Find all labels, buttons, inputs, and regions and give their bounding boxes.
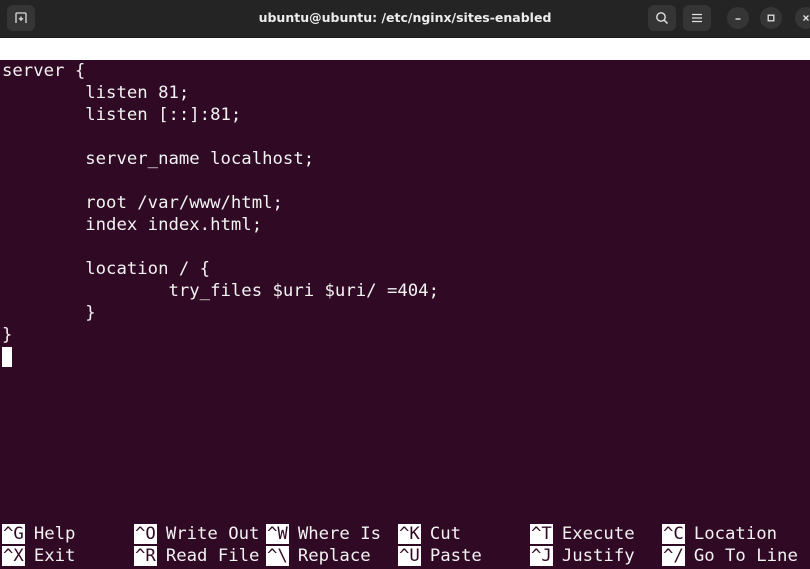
shortcut-label: Replace <box>297 546 371 566</box>
code-line: root /var/www/html; <box>2 193 283 213</box>
terminal-area[interactable]: GNU nano 7.2 demo * server { listen 81; … <box>0 38 810 569</box>
shortcut-location[interactable]: ^C Location <box>662 523 777 545</box>
shortcut-key: ^K <box>398 524 421 544</box>
shortcut-write-out[interactable]: ^O Write Out <box>134 523 259 545</box>
shortcut-label: Paste <box>429 546 482 566</box>
window-titlebar: ubuntu@ubuntu: /etc/nginx/sites-enabled <box>0 0 810 38</box>
shortcut-key: ^R <box>134 546 157 566</box>
shortcut-label: Exit <box>33 546 76 566</box>
new-tab-button[interactable] <box>7 5 35 31</box>
close-button[interactable] <box>795 7 810 29</box>
code-line: } <box>2 325 13 345</box>
shortcut-key: ^W <box>266 524 289 544</box>
shortcut-key: ^J <box>530 546 553 566</box>
shortcut-key: ^X <box>2 546 25 566</box>
code-line: listen [::]:81; <box>2 105 242 125</box>
menu-button[interactable] <box>683 5 711 31</box>
shortcut-label: Write Out <box>165 524 260 544</box>
shortcut-key: ^U <box>398 546 421 566</box>
shortcut-key: ^T <box>530 524 553 544</box>
shortcut-label: Cut <box>429 524 462 544</box>
editor-buffer[interactable]: server { listen 81; listen [::]:81; serv… <box>2 60 439 368</box>
code-line: server { <box>2 61 86 81</box>
code-line: server_name localhost; <box>2 149 315 169</box>
shortcut-key: ^G <box>2 524 25 544</box>
shortcut-label: Execute <box>561 524 635 544</box>
shortcut-help[interactable]: ^G Help <box>2 523 75 545</box>
minimize-icon <box>735 18 741 20</box>
code-line: listen 81; <box>2 83 190 103</box>
shortcut-execute[interactable]: ^T Execute <box>530 523 635 545</box>
minimize-button[interactable] <box>727 7 749 29</box>
shortcut-where-is[interactable]: ^W Where Is <box>266 523 381 545</box>
shortcut-label: Go To Line <box>693 546 798 566</box>
code-line: location / { <box>2 259 211 279</box>
shortcut-read-file[interactable]: ^R Read File <box>134 545 259 567</box>
text-cursor <box>2 347 12 367</box>
nano-header-bar: GNU nano 7.2 demo * <box>0 38 810 103</box>
search-button[interactable] <box>648 5 676 31</box>
shortcut-key: ^/ <box>662 546 685 566</box>
close-icon <box>803 15 809 21</box>
shortcut-go-to-line[interactable]: ^/ Go To Line <box>662 545 798 567</box>
new-tab-icon <box>15 12 27 23</box>
maximize-button[interactable] <box>760 7 782 29</box>
shortcut-label: Read File <box>165 546 260 566</box>
shortcut-label: Where Is <box>297 524 382 544</box>
shortcut-cut[interactable]: ^K Cut <box>398 523 461 545</box>
shortcut-label: Help <box>33 524 76 544</box>
shortcut-exit[interactable]: ^X Exit <box>2 545 75 567</box>
shortcut-key: ^O <box>134 524 157 544</box>
shortcut-key: ^C <box>662 524 685 544</box>
shortcut-key: ^\ <box>266 546 289 566</box>
shortcut-justify[interactable]: ^J Justify <box>530 545 635 567</box>
code-line: try_files $uri $uri/ =404; <box>2 281 439 301</box>
shortcut-paste[interactable]: ^U Paste <box>398 545 482 567</box>
search-icon <box>656 12 669 25</box>
code-line: index index.html; <box>2 215 263 235</box>
shortcut-replace[interactable]: ^\ Replace <box>266 545 371 567</box>
maximize-icon <box>767 14 775 22</box>
shortcut-label: Location <box>693 524 778 544</box>
code-line: } <box>2 303 96 323</box>
cursor-line <box>2 346 439 368</box>
shortcut-label: Justify <box>561 546 635 566</box>
hamburger-menu-icon <box>692 13 702 23</box>
